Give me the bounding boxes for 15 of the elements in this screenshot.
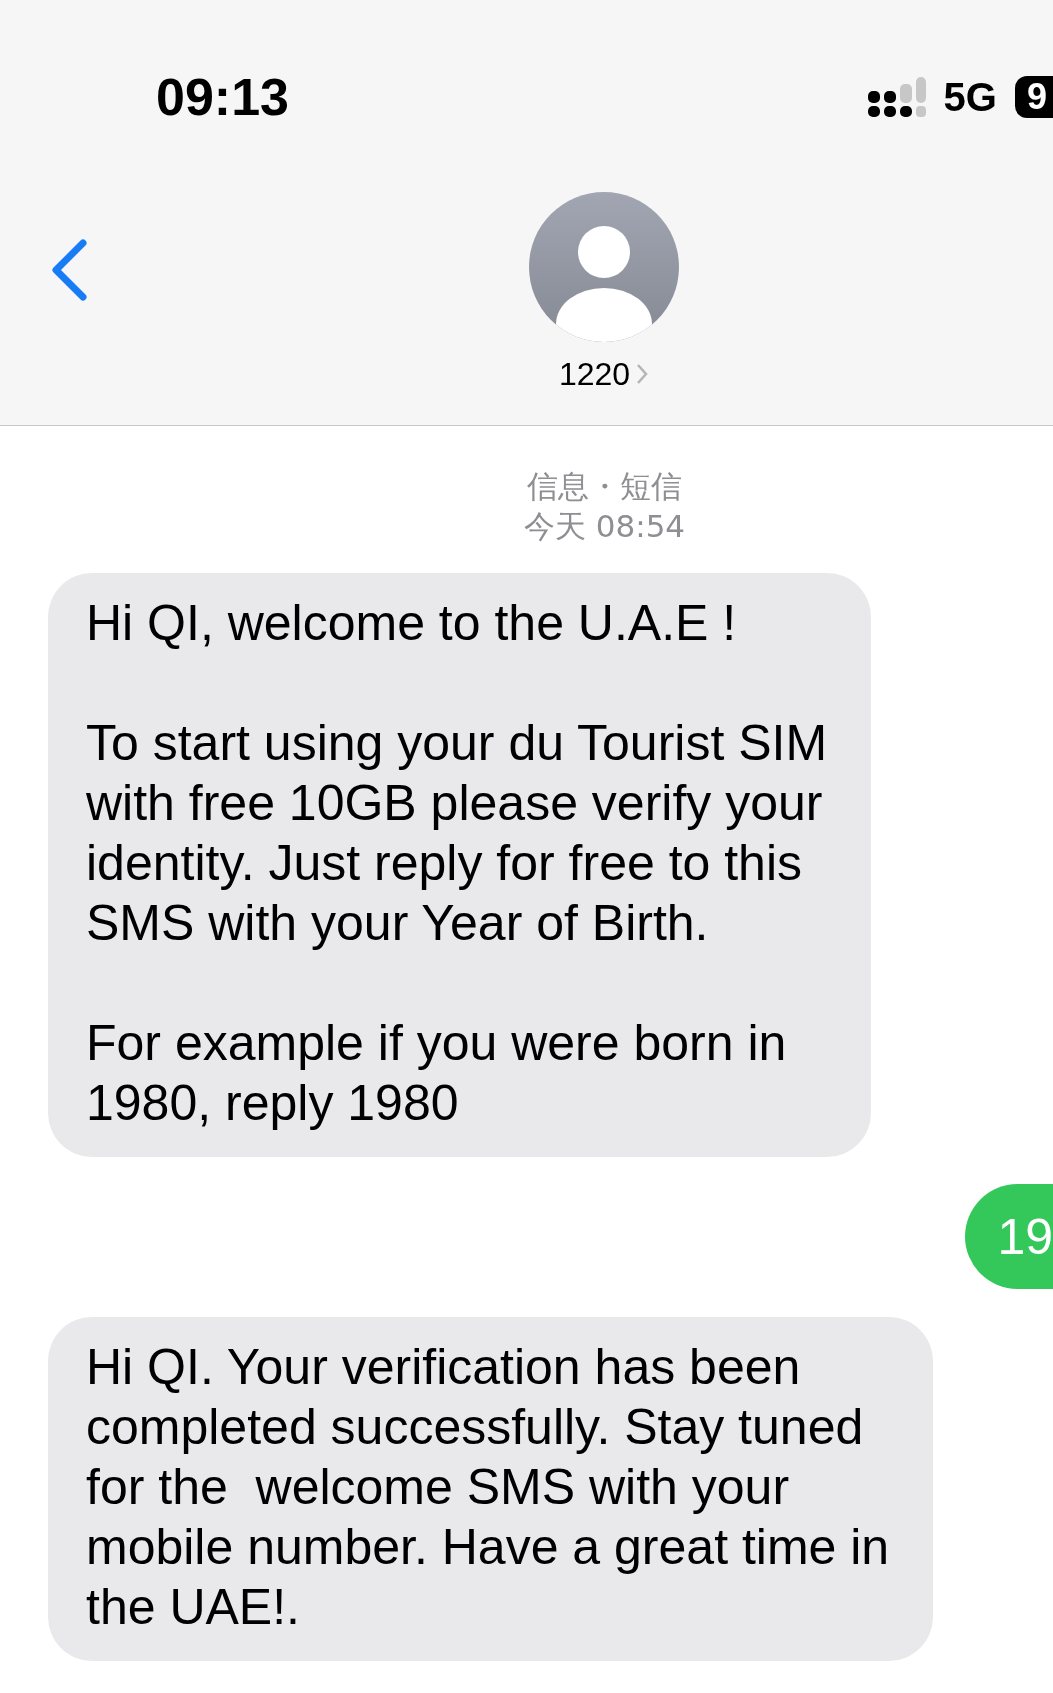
signal-icon [867, 77, 926, 117]
message-timestamp: 今天 08:54 [523, 507, 686, 546]
message-text: To start using your du Tourist SIM with free 10GB please verify your identity. Just reply for free to this SMS with your Year of Birth. [86, 714, 828, 953]
network-label: 5G [943, 74, 997, 121]
status-time: 09:13 [156, 67, 289, 128]
message-text: Hi QI. Your verification has been completed successfully. Stay tuned for the welcome SMS with your mobile number. Have a great time in the UAE!. [86, 1338, 890, 1637]
avatar-icon [528, 192, 679, 342]
message-service-label: 信息・短信 [527, 467, 682, 506]
message-text: For example if you were born in 1980, reply 1980 [86, 1014, 788, 1133]
chevron-left-icon [50, 239, 88, 301]
contact-name-button[interactable]: 1220 [558, 358, 649, 390]
sent-message-bubble: 19 [965, 1184, 1053, 1289]
message-text: Hi QI, welcome to the U.A.E ! [86, 594, 738, 653]
chevron-right-icon [636, 363, 649, 385]
battery-indicator: 9 [1014, 76, 1053, 118]
